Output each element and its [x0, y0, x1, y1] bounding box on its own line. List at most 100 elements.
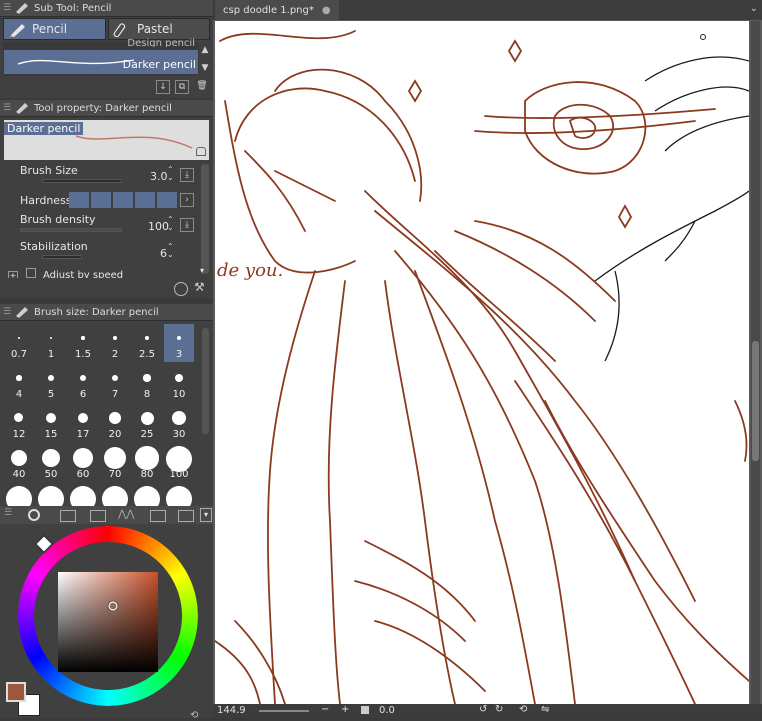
brush-size-cell[interactable]: 8	[132, 364, 162, 402]
brush-size-cell[interactable]: 25	[132, 404, 162, 442]
brush-density-spinner[interactable]: ⌃ ⌄	[167, 216, 174, 232]
grip-icon[interactable]: ☰	[0, 103, 14, 113]
brush-size-cell[interactable]: 30	[164, 404, 194, 442]
brush-size-cell[interactable]: 15	[36, 404, 66, 442]
sub-tool-header[interactable]: ☰ Sub Tool: Pencil	[0, 0, 213, 17]
tab-pastel[interactable]: Pastel	[108, 18, 210, 40]
grip-icon[interactable]: ☰	[0, 307, 14, 317]
more-tabs-icon[interactable]: ▾	[200, 508, 212, 522]
zoom-slider[interactable]	[259, 710, 309, 712]
tool-property-header[interactable]: ☰ Tool property: Darker pencil	[0, 100, 213, 117]
brush-size-panel: ☰ Brush size: Darker pencil 0.7 1 1.5 2 2.5 3…	[0, 304, 213, 512]
brush-size-label: 50	[44, 469, 58, 480]
wrench-icon[interactable]: ⚒	[194, 280, 205, 294]
brush-size-cell[interactable]: 2	[100, 324, 130, 362]
fit-icon[interactable]	[361, 706, 369, 714]
expand-down-icon[interactable]: ▾	[200, 266, 204, 275]
rotation-value[interactable]: 0.0	[379, 705, 395, 716]
stroke-preview	[17, 59, 135, 65]
hardness-preset-2[interactable]	[91, 192, 111, 208]
color-history-tab-icon[interactable]	[178, 510, 194, 522]
color-slider-tab-icon[interactable]	[90, 510, 106, 522]
expand-icon[interactable]: +	[8, 271, 18, 278]
brush-size-cell[interactable]: 4	[4, 364, 34, 402]
reset-rotation-icon[interactable]: ⟲	[519, 704, 527, 715]
brush-size-cell[interactable]: 0.7	[4, 324, 34, 362]
brush-size-cell[interactable]: 12	[4, 404, 34, 442]
color-set-tab-icon[interactable]	[150, 510, 166, 522]
brush-density-pressure-icon[interactable]: ⤓	[180, 218, 194, 232]
brush-size-cell[interactable]: 60	[68, 444, 98, 482]
brush-size-cell[interactable]: 3	[164, 324, 194, 362]
hardness-preset-4[interactable]	[135, 192, 155, 208]
color-wheel[interactable]	[18, 526, 198, 706]
document-tab[interactable]: csp doodle 1.png* ●	[215, 0, 339, 20]
document-tab-title: csp doodle 1.png*	[223, 4, 314, 16]
zoom-in-button[interactable]: +	[341, 704, 349, 715]
rotate-left-icon[interactable]: ↺	[479, 704, 487, 715]
tab-menu-icon[interactable]: ⌄	[750, 3, 758, 14]
brush-density-value[interactable]: 100	[148, 220, 169, 233]
brush-size-dot	[16, 375, 22, 381]
rotate-right-icon[interactable]: ↻	[495, 704, 503, 715]
brush-size-cell[interactable]: 80	[132, 444, 162, 482]
brush-size-value[interactable]: 3.0	[150, 170, 168, 183]
approx-color-tab-icon[interactable]: ⋀⋀	[118, 509, 134, 520]
main-color-swatch[interactable]	[6, 682, 26, 702]
stabilization-value[interactable]: 6	[160, 247, 167, 260]
properties-menu-icon[interactable]	[174, 282, 188, 296]
import-icon[interactable]: ↓	[156, 80, 170, 94]
list-item-darker-pencil[interactable]: Darker pencil	[4, 50, 198, 74]
brush-size-slider[interactable]	[42, 179, 122, 183]
stabilization-label: Stabilization	[20, 240, 88, 253]
swap-colors-icon[interactable]: ⟲	[190, 710, 198, 721]
brush-size-label: 7	[111, 389, 119, 400]
stabilization-slider[interactable]	[42, 255, 82, 259]
brush-size-cell[interactable]: 20	[100, 404, 130, 442]
grip-icon[interactable]: ☰	[0, 3, 14, 13]
scroll-down-button[interactable]: ▼	[199, 62, 211, 76]
brush-size-scrollbar[interactable]	[202, 328, 209, 434]
brush-size-cell[interactable]: 6	[68, 364, 98, 402]
list-item-design-pencil[interactable]: Design pencil	[127, 38, 195, 47]
brush-size-cell[interactable]: 70	[100, 444, 130, 482]
adjust-checkbox[interactable]	[25, 268, 36, 278]
brush-size-cell[interactable]: 17	[68, 404, 98, 442]
brush-size-cell[interactable]: 5	[36, 364, 66, 402]
brush-size-spinner[interactable]: ⌃ ⌄	[167, 166, 174, 182]
sketch-strokes: de you.	[215, 30, 749, 704]
brush-density-slider[interactable]	[20, 228, 122, 232]
hardness-preset-5[interactable]	[157, 192, 177, 208]
lock-icon[interactable]	[196, 147, 206, 156]
scroll-up-button[interactable]: ▲	[199, 44, 211, 58]
close-tab-icon[interactable]: ●	[322, 5, 331, 16]
hardness-expand-icon[interactable]: ›	[180, 193, 194, 207]
brush-size-cell[interactable]: 1.5	[68, 324, 98, 362]
brush-size-cell[interactable]: 40	[4, 444, 34, 482]
brush-size-header[interactable]: ☰ Brush size: Darker pencil	[0, 304, 213, 321]
brush-size-cell[interactable]: 7	[100, 364, 130, 402]
duplicate-icon[interactable]: ⧉	[175, 80, 189, 94]
zoom-out-button[interactable]: −	[321, 704, 329, 715]
grip-icon[interactable]: ☰	[4, 508, 12, 518]
brush-size-dot	[109, 412, 121, 424]
trash-icon[interactable]: 🗑	[195, 80, 209, 94]
brush-size-cell[interactable]: 50	[36, 444, 66, 482]
brush-size-cell[interactable]: 10	[164, 364, 194, 402]
color-wheel-tab-icon[interactable]	[28, 509, 40, 521]
flip-icon[interactable]: ⇋	[541, 704, 549, 715]
drawing-canvas[interactable]: de you.	[215, 21, 749, 704]
stabilization-spinner[interactable]: ⌃ ⌄	[167, 243, 174, 259]
zoom-value[interactable]: 144.9	[217, 705, 246, 716]
hardness-preset-1[interactable]	[69, 192, 89, 208]
brush-size-cell[interactable]: 2.5	[132, 324, 162, 362]
intermediate-color-tab-icon[interactable]	[60, 510, 76, 522]
property-scrollbar[interactable]	[201, 164, 209, 274]
vertical-scrollbar[interactable]	[751, 21, 760, 704]
hardness-preset-3[interactable]	[113, 192, 133, 208]
brush-size-pressure-icon[interactable]: ⤓	[180, 168, 194, 182]
scroll-thumb[interactable]	[752, 341, 759, 461]
brush-size-cell[interactable]: 100	[164, 444, 194, 482]
tab-pencil[interactable]: Pencil	[3, 18, 106, 40]
brush-size-cell[interactable]: 1	[36, 324, 66, 362]
